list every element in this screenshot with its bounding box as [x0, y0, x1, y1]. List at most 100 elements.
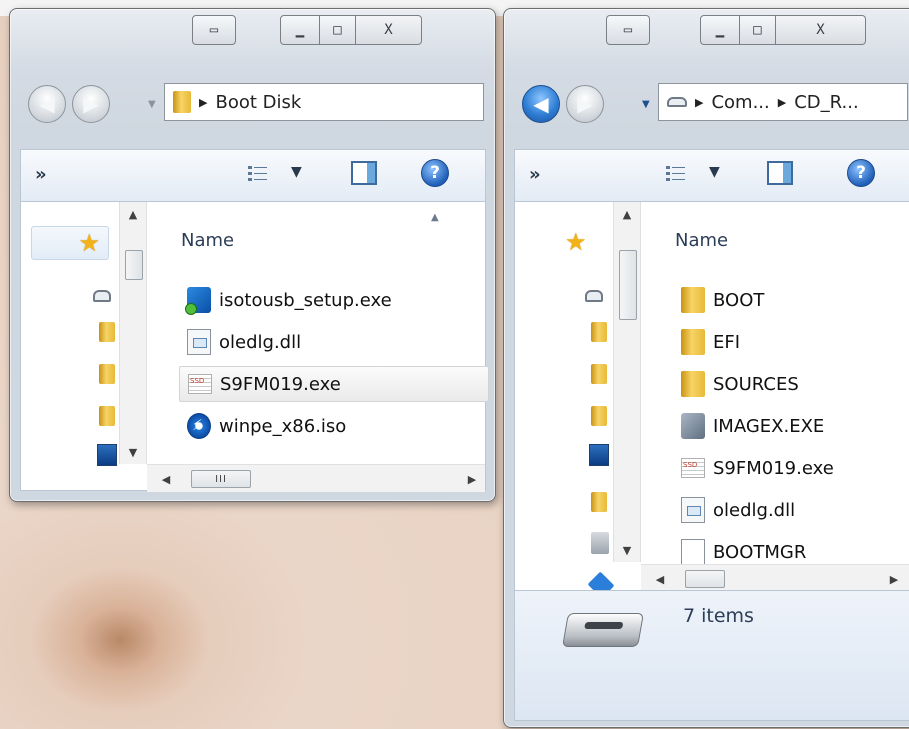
file-name: BOOT	[713, 289, 765, 311]
folder-icon[interactable]	[591, 492, 607, 512]
close-button[interactable]: X	[776, 15, 866, 45]
drive-icon[interactable]	[585, 290, 603, 302]
back-arrow-icon: ◀	[533, 92, 549, 116]
nav-vertical-scrollbar[interactable]: ▲ ▼	[613, 202, 641, 562]
forward-button[interactable]: ▶	[566, 85, 604, 123]
folder-icon[interactable]	[99, 364, 115, 384]
close-button[interactable]: X	[356, 15, 422, 45]
views-dropdown-icon[interactable]: ▼	[291, 164, 302, 180]
forward-arrow-icon: ▶	[83, 92, 99, 116]
minimize-button[interactable]: ▁	[280, 15, 320, 45]
back-button[interactable]: ◀	[522, 85, 560, 123]
folder-icon[interactable]	[99, 406, 115, 426]
scrollbar-thumb[interactable]	[685, 570, 725, 588]
snap-button[interactable]: ▭	[192, 15, 236, 45]
list-item[interactable]: SOURCES	[673, 366, 807, 402]
drive-icon[interactable]	[93, 290, 111, 302]
dll-icon	[187, 329, 211, 355]
list-item-selected[interactable]: S9FM019.exe	[179, 366, 489, 402]
minimize-button[interactable]: ▁	[700, 15, 740, 45]
breadcrumb-cd-drive[interactable]: CD_R...	[794, 92, 858, 113]
breadcrumb-computer[interactable]: Com...	[711, 92, 769, 113]
scrollbar-thumb[interactable]	[619, 250, 637, 320]
scroll-right-arrow-icon[interactable]: ▶	[881, 567, 907, 591]
ssd-exe-icon	[681, 458, 705, 478]
more-commands-button[interactable]: »	[529, 164, 541, 185]
file-name: S9FM019.exe	[713, 457, 834, 479]
list-item[interactable]: EFI	[673, 324, 748, 360]
list-item[interactable]: oledlg.dll	[179, 324, 309, 360]
breadcrumb-boot-disk[interactable]: Boot Disk	[215, 92, 301, 113]
star-icon: ★	[78, 229, 100, 257]
list-item[interactable]: S9FM019.exe	[673, 450, 842, 486]
preview-pane-icon[interactable]	[351, 161, 377, 185]
folder-icon[interactable]	[591, 406, 607, 426]
dll-icon	[681, 497, 705, 523]
command-bar: » ▼ ?	[514, 149, 909, 201]
nav-vertical-scrollbar[interactable]: ▲ ▼	[119, 202, 147, 464]
list-item[interactable]: winpe_x86.iso	[179, 408, 354, 444]
file-name: oledlg.dll	[219, 331, 302, 353]
views-icon[interactable]	[665, 164, 687, 182]
breadcrumb-separator-icon: ▶	[199, 95, 208, 109]
scroll-right-arrow-icon[interactable]: ▶	[459, 467, 485, 491]
folder-icon	[681, 371, 705, 397]
horizontal-scrollbar[interactable]: ◀ ▶	[641, 564, 909, 592]
folder-icon[interactable]	[591, 322, 607, 342]
file-name: EFI	[713, 331, 741, 353]
list-item[interactable]: isotousb_setup.exe	[179, 282, 400, 318]
scrollbar-thumb[interactable]	[125, 250, 143, 280]
list-item[interactable]: IMAGEX.EXE	[673, 408, 832, 444]
help-icon[interactable]: ?	[847, 159, 875, 187]
recent-pages-dropdown-icon[interactable]: ▼	[642, 99, 650, 110]
scroll-left-arrow-icon[interactable]: ◀	[153, 467, 179, 491]
scroll-up-arrow-icon[interactable]: ▲	[120, 202, 146, 226]
forward-arrow-icon: ▶	[577, 92, 593, 116]
sort-ascending-icon: ▲	[431, 212, 439, 223]
maximize-button[interactable]: □	[320, 15, 356, 45]
scroll-up-arrow-icon[interactable]: ▲	[614, 202, 640, 226]
help-icon[interactable]: ?	[421, 159, 449, 187]
file-name: S9FM019.exe	[220, 373, 341, 395]
scrollbar-thumb[interactable]: III	[191, 470, 251, 488]
favorites-item[interactable]: ★	[31, 226, 109, 260]
ssd-exe-icon	[188, 374, 212, 394]
scroll-down-arrow-icon[interactable]: ▼	[120, 440, 146, 464]
drive-icon	[667, 97, 687, 107]
name-column-header[interactable]: Name	[675, 230, 728, 251]
address-bar[interactable]: ▶ Com... ▶ CD_R...	[658, 83, 908, 121]
recent-pages-dropdown-icon[interactable]: ▼	[148, 99, 156, 110]
scroll-down-arrow-icon[interactable]: ▼	[614, 538, 640, 562]
preview-pane-icon[interactable]	[767, 161, 793, 185]
maximize-button[interactable]: □	[740, 15, 776, 45]
file-name: SOURCES	[713, 373, 799, 395]
folder-icon	[173, 91, 191, 113]
blank-file-icon	[681, 539, 705, 565]
list-item[interactable]: BOOT	[673, 282, 772, 318]
folder-icon[interactable]	[99, 322, 115, 342]
file-name: oledlg.dll	[713, 499, 796, 521]
more-commands-button[interactable]: »	[35, 164, 47, 185]
computer-icon[interactable]	[97, 444, 117, 466]
address-bar[interactable]: ▶ Boot Disk	[164, 83, 484, 121]
network-icon[interactable]	[591, 532, 609, 554]
snap-button[interactable]: ▭	[606, 15, 650, 45]
views-dropdown-icon[interactable]: ▼	[709, 164, 720, 180]
content-area: ★ ▲ ▼ Name ▲ isotousb_setup.exe oledlg.d…	[20, 201, 489, 492]
back-arrow-icon: ◀	[39, 92, 55, 116]
scroll-left-arrow-icon[interactable]: ◀	[647, 567, 673, 591]
explorer-window-boot-disk: ▭ ▁ □ X ◀ ▶ ▼ ▶ Boot Disk » ▼ ? ★ ▲ ▼ Na…	[9, 8, 496, 502]
explorer-window-cd: ▭ ▁ □ X ◀ ▶ ▼ ▶ Com... ▶ CD_R... » ▼ ? ★	[503, 8, 909, 728]
views-icon[interactable]	[247, 164, 269, 182]
breadcrumb-separator-icon: ▶	[695, 95, 704, 109]
computer-icon[interactable]	[589, 444, 609, 466]
back-button[interactable]: ◀	[28, 85, 66, 123]
removable-drive-icon	[562, 613, 644, 647]
folder-icon[interactable]	[591, 364, 607, 384]
list-item[interactable]: oledlg.dll	[673, 492, 803, 528]
folder-icon	[681, 287, 705, 313]
name-column-header[interactable]: Name	[181, 230, 234, 251]
forward-button[interactable]: ▶	[72, 85, 110, 123]
command-bar: » ▼ ?	[20, 149, 486, 201]
horizontal-scrollbar[interactable]: ◀ III ▶	[147, 464, 485, 492]
